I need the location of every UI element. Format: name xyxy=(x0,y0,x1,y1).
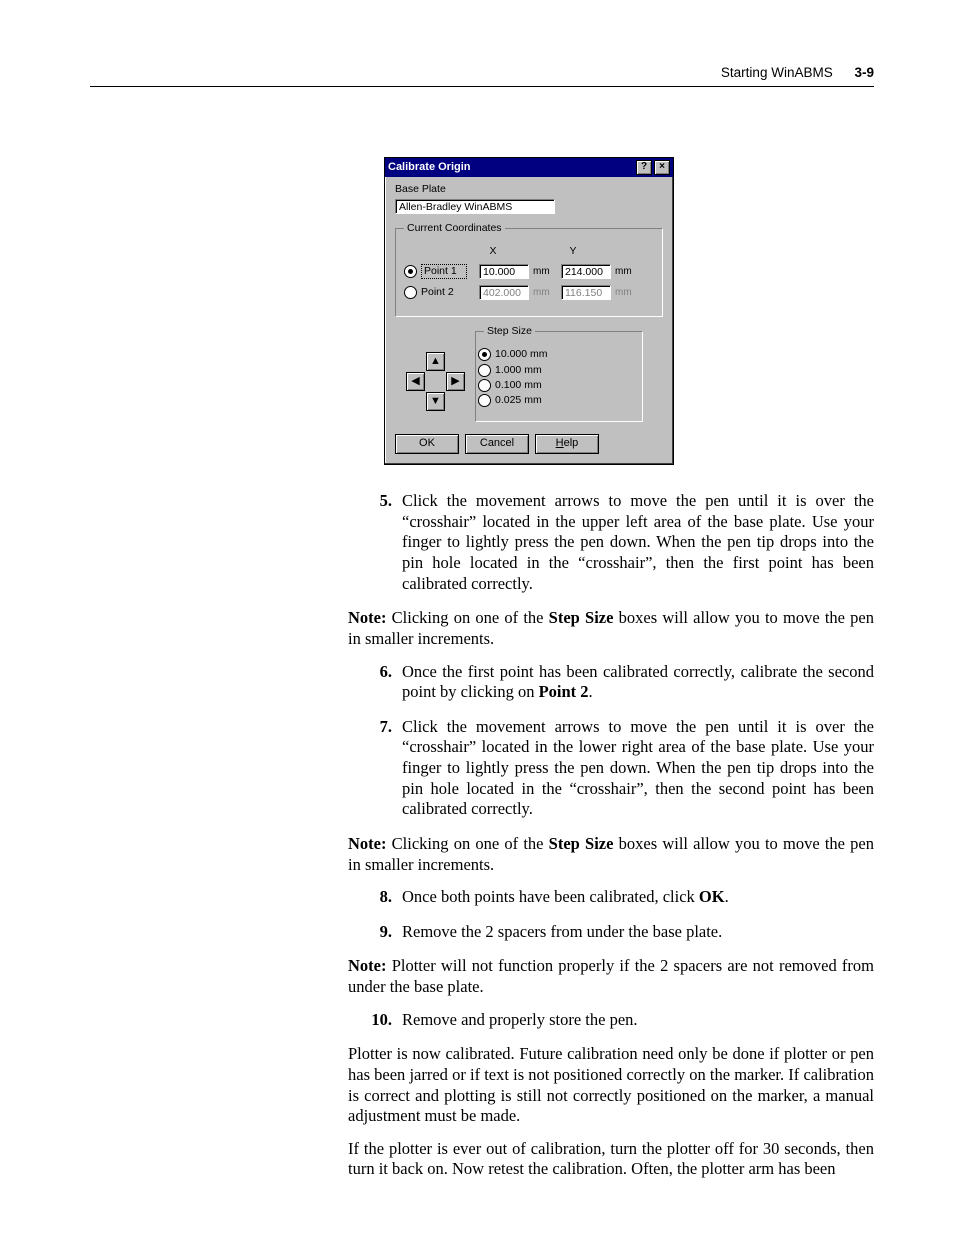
y-column-header: Y xyxy=(546,245,600,258)
point2-label[interactable]: Point 2 xyxy=(421,286,465,299)
arrow-left-icon[interactable]: ◀ xyxy=(406,372,425,391)
step-9-text: Remove the 2 spacers from under the base… xyxy=(402,922,722,941)
base-plate-label: Base Plate xyxy=(395,183,663,196)
note-2: Note: Clicking on one of the Step Size b… xyxy=(348,834,874,875)
step-8a: Once both points have been calibrated, c… xyxy=(402,887,699,906)
note-2a: Clicking on one of the xyxy=(386,834,548,853)
dialog-button-row: OK Cancel Help xyxy=(395,434,663,454)
step-10-radio[interactable] xyxy=(478,348,491,361)
point1-y-input[interactable]: 214.000 xyxy=(561,264,611,279)
step-size-legend: Step Size xyxy=(484,325,535,338)
dialog-screenshot: Calibrate Origin ? × Base Plate Allen-Br… xyxy=(384,157,874,465)
help-icon[interactable]: ? xyxy=(636,160,652,175)
help-button[interactable]: Help xyxy=(535,434,599,454)
x-column-header: X xyxy=(466,245,520,258)
note-3: Note: Plotter will not function properly… xyxy=(348,956,874,997)
step-8b: OK xyxy=(699,887,725,906)
header-rule xyxy=(90,86,874,87)
section-title: Starting WinABMS xyxy=(721,65,833,80)
point2-x-input: 402.000 xyxy=(479,285,529,300)
step-6b: Point 2 xyxy=(539,682,589,701)
para-calibrated: Plotter is now calibrated. Future calibr… xyxy=(348,1044,874,1127)
note-3-text: Plotter will not function properly if th… xyxy=(348,956,874,996)
note-1b: Step Size xyxy=(549,608,614,627)
step-6a: Once the first point has been calibrated… xyxy=(402,662,874,702)
step-01-radio[interactable] xyxy=(478,379,491,392)
step-0025-label: 0.025 mm xyxy=(495,394,542,407)
point1-radio[interactable] xyxy=(404,265,417,278)
point1-x-input[interactable]: 10.000 xyxy=(479,264,529,279)
page-number: 3-9 xyxy=(854,65,874,80)
running-head: Starting WinABMS 3-9 xyxy=(90,65,874,80)
help-button-rest: elp xyxy=(564,437,579,449)
step-5: 5.Click the movement arrows to move the … xyxy=(348,491,874,594)
step-8: 8.Once both points have been calibrated,… xyxy=(348,887,874,908)
step-5-text: Click the movement arrows to move the pe… xyxy=(402,491,874,593)
arrow-up-icon[interactable]: ▲ xyxy=(426,352,445,371)
step-6: 6.Once the first point has been calibrat… xyxy=(348,662,874,703)
note-label-2: Note: xyxy=(348,834,386,853)
step-10-text: Remove and properly store the pen. xyxy=(402,1010,638,1029)
dialog-titlebar: Calibrate Origin ? × xyxy=(385,158,673,177)
step-01-label: 0.100 mm xyxy=(495,379,542,392)
point1-label[interactable]: Point 1 xyxy=(421,264,467,279)
step-10: 10.Remove and properly store the pen. xyxy=(348,1010,874,1031)
cancel-button[interactable]: Cancel xyxy=(465,434,529,454)
step-9: 9.Remove the 2 spacers from under the ba… xyxy=(348,922,874,943)
step-7: 7.Click the movement arrows to move the … xyxy=(348,717,874,820)
note-label: Note: xyxy=(348,608,386,627)
step-6c: . xyxy=(589,682,593,701)
step-10-label: 10.000 mm xyxy=(495,348,548,361)
point1-y-unit: mm xyxy=(615,266,637,279)
step-8c: . xyxy=(725,887,729,906)
note-2b: Step Size xyxy=(549,834,614,853)
point2-x-unit: mm xyxy=(533,287,555,300)
base-plate-field[interactable]: Allen-Bradley WinABMS xyxy=(395,199,555,214)
note-1a: Clicking on one of the xyxy=(386,608,548,627)
close-icon[interactable]: × xyxy=(654,160,670,175)
step-0025-radio[interactable] xyxy=(478,394,491,407)
body-column: Calibrate Origin ? × Base Plate Allen-Br… xyxy=(348,157,874,1180)
current-coordinates-legend: Current Coordinates xyxy=(404,222,505,235)
para-outofcal: If the plotter is ever out of calibratio… xyxy=(348,1139,874,1180)
current-coordinates-group: Current Coordinates X Y Point 1 10.000 m… xyxy=(395,228,663,317)
step-7-text: Click the movement arrows to move the pe… xyxy=(402,717,874,819)
note-1: Note: Clicking on one of the Step Size b… xyxy=(348,608,874,649)
point1-x-unit: mm xyxy=(533,266,555,279)
step-size-group: Step Size ▲ ◀ ▶ ▼ xyxy=(475,331,643,422)
page: Starting WinABMS 3-9 Calibrate Origin ? … xyxy=(0,0,954,1235)
calibrate-origin-dialog: Calibrate Origin ? × Base Plate Allen-Br… xyxy=(384,157,674,465)
arrow-right-icon[interactable]: ▶ xyxy=(446,372,465,391)
step-size-options: 10.000 mm 1.000 mm 0.100 mm 0.025 mm xyxy=(478,348,548,411)
arrow-down-icon[interactable]: ▼ xyxy=(426,392,445,411)
note-label-3: Note: xyxy=(348,956,386,975)
ok-button[interactable]: OK xyxy=(395,434,459,454)
step-1-label: 1.000 mm xyxy=(495,364,542,377)
dialog-title-text: Calibrate Origin xyxy=(388,161,634,175)
point2-y-unit: mm xyxy=(615,287,637,300)
point2-radio[interactable] xyxy=(404,286,417,299)
arrow-pad: ▲ ◀ ▶ ▼ xyxy=(406,352,464,411)
step-1-radio[interactable] xyxy=(478,364,491,377)
point2-y-input: 116.150 xyxy=(561,285,611,300)
